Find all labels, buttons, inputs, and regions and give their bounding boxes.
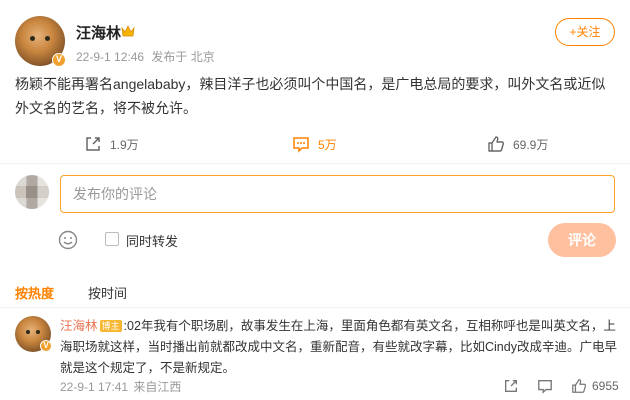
crown-icon (121, 25, 135, 37)
post-source: 发布于 北京 (151, 50, 215, 64)
comment-count: 5万 (318, 137, 337, 152)
avatar-eye (36, 330, 40, 334)
post-author-name[interactable]: 汪海林 (76, 22, 121, 43)
current-user-avatar (15, 175, 49, 209)
author-tag-badge: 博主 (99, 320, 122, 332)
like-count: 69.9万 (513, 137, 549, 152)
submit-comment-button[interactable]: 评论 (548, 223, 616, 257)
comment-input[interactable] (60, 175, 615, 213)
verified-badge-icon: V (40, 340, 52, 352)
thumb-up-icon (572, 379, 587, 393)
tab-sort-by-time[interactable]: 按时间 (88, 283, 127, 302)
verified-badge-icon: V (52, 53, 66, 67)
comment-date: 22-9-1 17:41 (60, 380, 129, 394)
comment-share-action[interactable] (503, 376, 524, 396)
post-date[interactable]: 22-9-1 12:46 (76, 50, 144, 64)
repost-label[interactable]: 同时转发 (126, 231, 178, 250)
share-count: 1.9万 (110, 137, 139, 152)
like-action[interactable]: 69.9万 (487, 130, 548, 158)
comment-icon (293, 137, 309, 153)
comment-author-name[interactable]: 汪海林 (60, 319, 98, 333)
share-icon (86, 137, 100, 151)
post-meta: 22-9-1 12:46 发布于 北京 (76, 48, 219, 65)
comment-reply-action[interactable] (537, 376, 558, 396)
comment-sort-bar: 按热度 按时间 (0, 278, 630, 308)
comment-body: 汪海林 博主:02年我有个职场剧，故事发生在上海，里面角色都有英文名，互相称呼也是… (60, 316, 620, 379)
divider (0, 163, 630, 164)
comment-source: 来自江西 (133, 380, 182, 394)
avatar-eye (26, 330, 30, 334)
tab-sort-by-hot[interactable]: 按热度 (15, 283, 54, 302)
avatar-eye (30, 36, 35, 41)
comment-icon (538, 380, 552, 394)
share-icon (505, 380, 517, 392)
repost-checkbox[interactable] (105, 232, 119, 246)
comment-action[interactable]: 5万 (292, 130, 337, 158)
follow-button[interactable]: +关注 (555, 18, 615, 46)
avatar-eye (45, 36, 50, 41)
comment-meta: 22-9-1 17:41 来自江西 (60, 378, 183, 395)
comment-text: :02年我有个职场剧，故事发生在上海，里面角色都有英文名，互相称呼也是叫英文名，… (60, 319, 617, 375)
post-action-bar: 1.9万 5万 69.9万 (0, 130, 630, 158)
share-action[interactable]: 1.9万 (84, 130, 139, 158)
comment-like-action[interactable]: 6955 (571, 376, 619, 396)
comment-like-count: 6955 (592, 379, 619, 393)
post-body-text: 杨颖不能再署名angelababy，辣目洋子也必须叫个中国名，是广电总局的要求，… (15, 76, 606, 116)
thumb-up-icon (488, 136, 504, 152)
emoji-icon[interactable] (58, 230, 78, 250)
